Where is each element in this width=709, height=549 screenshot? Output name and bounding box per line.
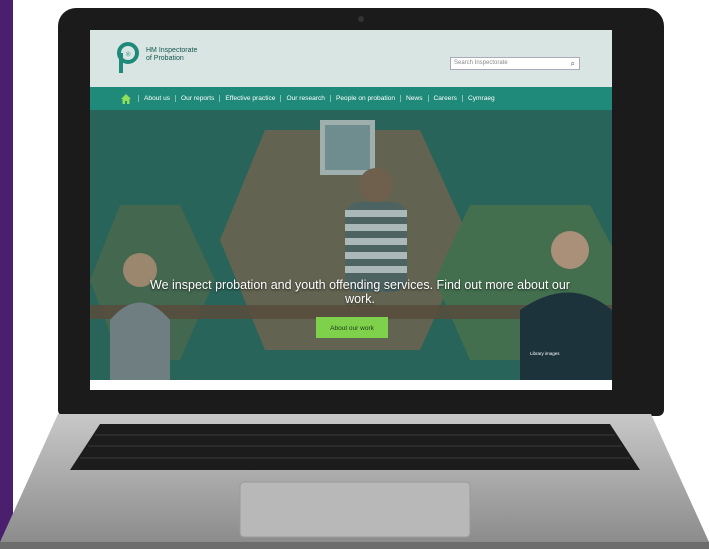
nav-item-about-us[interactable]: About us bbox=[138, 95, 175, 102]
search-icon[interactable]: ⌕ bbox=[571, 59, 575, 69]
screen-bottom-strip bbox=[90, 380, 612, 390]
hero-headline: We inspect probation and youth offending… bbox=[150, 278, 570, 306]
nav-item-people-on-probation[interactable]: People on probation bbox=[329, 95, 400, 102]
nav-item-news[interactable]: News bbox=[400, 95, 428, 102]
laptop-base bbox=[0, 414, 709, 549]
laptop-screen: ◎ HM Inspectorate of Probation Search In… bbox=[90, 30, 612, 390]
nav-item-effective-practice[interactable]: Effective practice bbox=[219, 95, 280, 102]
hero-image bbox=[90, 110, 612, 380]
site-name-line2: of Probation bbox=[146, 55, 184, 62]
site-header: ◎ HM Inspectorate of Probation Search In… bbox=[90, 30, 612, 87]
trackpad[interactable] bbox=[239, 481, 471, 538]
keyboard bbox=[70, 424, 640, 470]
about-our-work-button[interactable]: About our work bbox=[316, 317, 388, 338]
image-credit: Library images bbox=[530, 351, 560, 356]
nav-item-our-reports[interactable]: Our reports bbox=[175, 95, 219, 102]
nav-item-our-research[interactable]: Our research bbox=[280, 95, 329, 102]
svg-text:◎: ◎ bbox=[126, 52, 131, 58]
logo-icon[interactable]: ◎ bbox=[116, 42, 140, 74]
nav-item-careers[interactable]: Careers bbox=[427, 95, 462, 102]
home-icon[interactable] bbox=[120, 93, 132, 105]
site-name-line1: HM Inspectorate bbox=[146, 47, 198, 54]
search-input[interactable]: Search Inspectorate ⌕ bbox=[450, 57, 580, 70]
site-name[interactable]: HM Inspectorate of Probation bbox=[146, 47, 236, 63]
webcam bbox=[358, 16, 364, 22]
nav-item-cymraeg[interactable]: Cymraeg bbox=[461, 95, 500, 102]
search-placeholder: Search Inspectorate bbox=[454, 60, 508, 66]
main-navigation: About us Our reports Effective practice … bbox=[90, 87, 612, 110]
hero-banner: We inspect probation and youth offending… bbox=[90, 110, 612, 380]
